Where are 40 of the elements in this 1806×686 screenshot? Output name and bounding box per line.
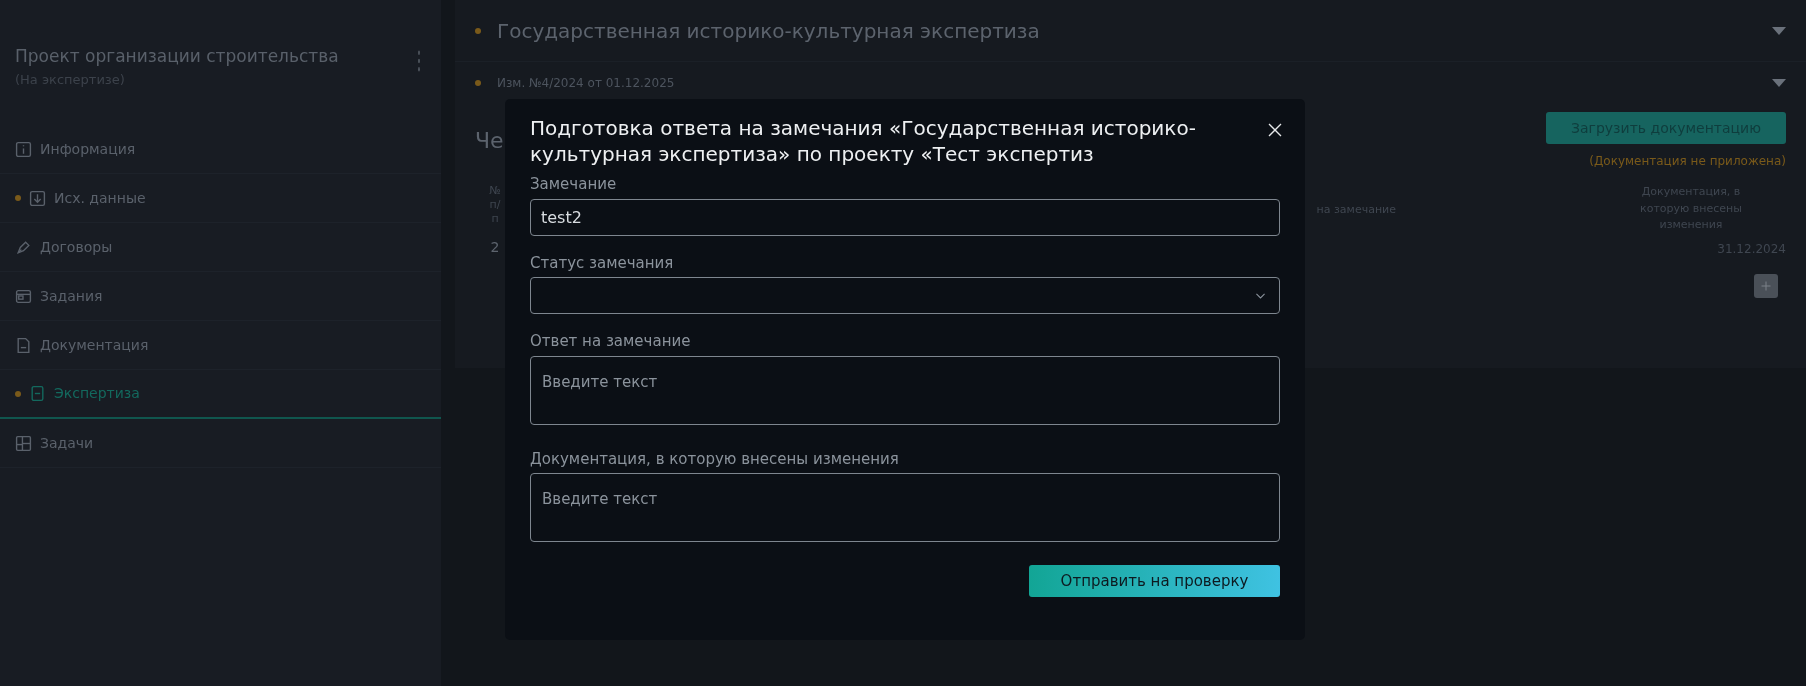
modal-title: Подготовка ответа на замечания «Государственная историко-культурная экспертиза» по проекту «Тест экспертиз (530, 115, 1197, 167)
pen-icon (15, 238, 32, 256)
field-label: Документация, в которую внесены изменения (530, 448, 900, 470)
table-cell-text: 2 (490, 238, 500, 258)
text-area[interactable]: Введите текст (530, 473, 1280, 542)
status-dot (15, 195, 21, 201)
sidebar-item[interactable]: Задачи (0, 419, 441, 468)
sidebar-item[interactable]: Информация (0, 125, 441, 174)
section-header[interactable]: Государственная историко-культурная экспертиза (455, 0, 1806, 62)
status-dot (475, 27, 481, 34)
document-icon (29, 385, 46, 402)
document-icon (15, 336, 32, 354)
close-icon (1267, 121, 1283, 138)
sidebar-item[interactable]: Документация (0, 321, 441, 370)
sidebar-item[interactable]: Исх. данные (0, 174, 441, 223)
text-input[interactable]: test2 (530, 198, 1280, 236)
sidebar-item[interactable]: Задания (0, 272, 441, 321)
window-icon (15, 287, 32, 305)
caret-icon (1772, 26, 1786, 35)
text-area[interactable]: Введите текст (530, 355, 1280, 425)
revision-header[interactable]: Изм. №4/2024 от 01.12.2025 (455, 62, 1806, 104)
download-icon (29, 189, 46, 207)
info-icon (15, 140, 32, 158)
caret-icon (1772, 79, 1786, 87)
submit-button[interactable]: Отправить на проверку (1029, 565, 1280, 597)
field-label: Ответ на замечание (530, 331, 692, 352)
sidebar-item[interactable]: Экспертиза (0, 370, 441, 419)
status-dot (15, 390, 21, 397)
status-dot (475, 80, 481, 86)
sidebar-item[interactable]: Договоры (0, 223, 441, 272)
project-title: Проект организации строительства (15, 45, 339, 68)
field-label: Статус замечания (530, 252, 675, 274)
grid-icon (15, 434, 32, 452)
status-notice: (Документация не приложена) (1589, 153, 1786, 170)
plus-icon (1760, 279, 1772, 292)
add-button[interactable] (1754, 273, 1778, 298)
status-select[interactable] (530, 277, 1280, 314)
more-vertical-icon (415, 50, 423, 72)
field-label: Замечание (530, 174, 618, 195)
section-heading: Че (475, 127, 504, 155)
